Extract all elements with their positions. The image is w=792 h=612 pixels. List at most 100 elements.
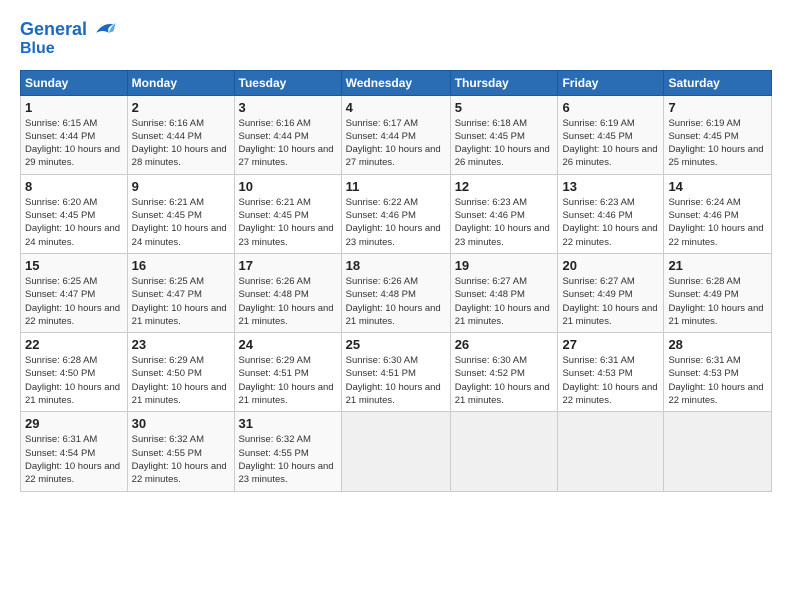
week-row-3: 15 Sunrise: 6:25 AMSunset: 4:47 PMDayligh…	[21, 253, 772, 332]
calendar-cell: 21 Sunrise: 6:28 AMSunset: 4:49 PMDayligh…	[664, 253, 772, 332]
day-info: Sunrise: 6:22 AMSunset: 4:46 PMDaylight:…	[346, 196, 446, 249]
day-info: Sunrise: 6:29 AMSunset: 4:50 PMDaylight:…	[132, 354, 230, 407]
day-info: Sunrise: 6:30 AMSunset: 4:51 PMDaylight:…	[346, 354, 446, 407]
calendar-cell: 15 Sunrise: 6:25 AMSunset: 4:47 PMDayligh…	[21, 253, 128, 332]
day-info: Sunrise: 6:32 AMSunset: 4:55 PMDaylight:…	[132, 433, 230, 486]
day-number: 22	[25, 337, 123, 352]
day-number: 27	[562, 337, 659, 352]
day-info: Sunrise: 6:31 AMSunset: 4:53 PMDaylight:…	[562, 354, 659, 407]
calendar-cell: 28 Sunrise: 6:31 AMSunset: 4:53 PMDayligh…	[664, 333, 772, 412]
calendar-cell: 8 Sunrise: 6:20 AMSunset: 4:45 PMDaylight…	[21, 174, 128, 253]
day-number: 31	[239, 416, 337, 431]
day-number: 13	[562, 179, 659, 194]
day-number: 12	[455, 179, 554, 194]
day-number: 30	[132, 416, 230, 431]
day-info: Sunrise: 6:32 AMSunset: 4:55 PMDaylight:…	[239, 433, 337, 486]
day-number: 3	[239, 100, 337, 115]
day-info: Sunrise: 6:19 AMSunset: 4:45 PMDaylight:…	[668, 117, 767, 170]
calendar: SundayMondayTuesdayWednesdayThursdayFrid…	[20, 70, 772, 492]
day-number: 1	[25, 100, 123, 115]
day-info: Sunrise: 6:28 AMSunset: 4:50 PMDaylight:…	[25, 354, 123, 407]
calendar-cell: 25 Sunrise: 6:30 AMSunset: 4:51 PMDayligh…	[341, 333, 450, 412]
day-number: 20	[562, 258, 659, 273]
day-info: Sunrise: 6:29 AMSunset: 4:51 PMDaylight:…	[239, 354, 337, 407]
calendar-cell: 1 Sunrise: 6:15 AMSunset: 4:44 PMDaylight…	[21, 95, 128, 174]
header-day-thursday: Thursday	[450, 70, 558, 95]
calendar-cell	[664, 412, 772, 491]
day-info: Sunrise: 6:24 AMSunset: 4:46 PMDaylight:…	[668, 196, 767, 249]
day-info: Sunrise: 6:16 AMSunset: 4:44 PMDaylight:…	[239, 117, 337, 170]
calendar-cell: 3 Sunrise: 6:16 AMSunset: 4:44 PMDaylight…	[234, 95, 341, 174]
day-number: 21	[668, 258, 767, 273]
logo-bird-icon	[89, 16, 117, 44]
day-number: 4	[346, 100, 446, 115]
calendar-cell: 23Sunrise: 6:29 AMSunset: 4:50 PMDayligh…	[127, 333, 234, 412]
day-number: 15	[25, 258, 123, 273]
day-info: Sunrise: 6:31 AMSunset: 4:53 PMDaylight:…	[668, 354, 767, 407]
header-day-wednesday: Wednesday	[341, 70, 450, 95]
day-info: Sunrise: 6:19 AMSunset: 4:45 PMDaylight:…	[562, 117, 659, 170]
day-info: Sunrise: 6:23 AMSunset: 4:46 PMDaylight:…	[455, 196, 554, 249]
calendar-cell: 17 Sunrise: 6:26 AMSunset: 4:48 PMDayligh…	[234, 253, 341, 332]
day-number: 11	[346, 179, 446, 194]
header-day-monday: Monday	[127, 70, 234, 95]
day-info: Sunrise: 6:25 AMSunset: 4:47 PMDaylight:…	[132, 275, 230, 328]
day-info: Sunrise: 6:20 AMSunset: 4:45 PMDaylight:…	[25, 196, 123, 249]
day-number: 7	[668, 100, 767, 115]
calendar-cell: 27 Sunrise: 6:31 AMSunset: 4:53 PMDayligh…	[558, 333, 664, 412]
day-info: Sunrise: 6:21 AMSunset: 4:45 PMDaylight:…	[132, 196, 230, 249]
calendar-cell: 29 Sunrise: 6:31 AMSunset: 4:54 PMDayligh…	[21, 412, 128, 491]
week-row-1: 1 Sunrise: 6:15 AMSunset: 4:44 PMDaylight…	[21, 95, 772, 174]
calendar-header: SundayMondayTuesdayWednesdayThursdayFrid…	[21, 70, 772, 95]
week-row-5: 29 Sunrise: 6:31 AMSunset: 4:54 PMDayligh…	[21, 412, 772, 491]
day-number: 17	[239, 258, 337, 273]
day-info: Sunrise: 6:28 AMSunset: 4:49 PMDaylight:…	[668, 275, 767, 328]
calendar-cell: 24Sunrise: 6:29 AMSunset: 4:51 PMDayligh…	[234, 333, 341, 412]
day-number: 18	[346, 258, 446, 273]
week-row-4: 22 Sunrise: 6:28 AMSunset: 4:50 PMDayligh…	[21, 333, 772, 412]
day-number: 29	[25, 416, 123, 431]
day-number: 25	[346, 337, 446, 352]
day-info: Sunrise: 6:31 AMSunset: 4:54 PMDaylight:…	[25, 433, 123, 486]
calendar-cell: 30 Sunrise: 6:32 AMSunset: 4:55 PMDayligh…	[127, 412, 234, 491]
day-number: 8	[25, 179, 123, 194]
day-info: Sunrise: 6:25 AMSunset: 4:47 PMDaylight:…	[25, 275, 123, 328]
header-day-tuesday: Tuesday	[234, 70, 341, 95]
calendar-body: 1 Sunrise: 6:15 AMSunset: 4:44 PMDaylight…	[21, 95, 772, 491]
day-number: 16	[132, 258, 230, 273]
day-info: Sunrise: 6:21 AMSunset: 4:45 PMDaylight:…	[239, 196, 337, 249]
day-info: Sunrise: 6:26 AMSunset: 4:48 PMDaylight:…	[346, 275, 446, 328]
header-day-saturday: Saturday	[664, 70, 772, 95]
calendar-cell: 22 Sunrise: 6:28 AMSunset: 4:50 PMDayligh…	[21, 333, 128, 412]
page: General Blue SundayMondayTuesdayWednesda…	[0, 0, 792, 502]
day-info: Sunrise: 6:27 AMSunset: 4:48 PMDaylight:…	[455, 275, 554, 328]
calendar-cell: 26Sunrise: 6:30 AMSunset: 4:52 PMDayligh…	[450, 333, 558, 412]
day-info: Sunrise: 6:26 AMSunset: 4:48 PMDaylight:…	[239, 275, 337, 328]
day-info: Sunrise: 6:30 AMSunset: 4:52 PMDaylight:…	[455, 354, 554, 407]
calendar-cell: 12 Sunrise: 6:23 AMSunset: 4:46 PMDayligh…	[450, 174, 558, 253]
calendar-cell: 4Sunrise: 6:17 AMSunset: 4:44 PMDaylight…	[341, 95, 450, 174]
calendar-cell: 18 Sunrise: 6:26 AMSunset: 4:48 PMDayligh…	[341, 253, 450, 332]
header-day-friday: Friday	[558, 70, 664, 95]
day-info: Sunrise: 6:15 AMSunset: 4:44 PMDaylight:…	[25, 117, 123, 170]
calendar-cell: 13Sunrise: 6:23 AMSunset: 4:46 PMDayligh…	[558, 174, 664, 253]
calendar-cell	[341, 412, 450, 491]
header: General Blue	[20, 16, 772, 58]
day-number: 9	[132, 179, 230, 194]
calendar-cell: 31 Sunrise: 6:32 AMSunset: 4:55 PMDayligh…	[234, 412, 341, 491]
logo: General Blue	[20, 16, 117, 58]
calendar-cell	[558, 412, 664, 491]
day-number: 6	[562, 100, 659, 115]
calendar-cell: 6 Sunrise: 6:19 AMSunset: 4:45 PMDaylight…	[558, 95, 664, 174]
day-number: 19	[455, 258, 554, 273]
day-info: Sunrise: 6:16 AMSunset: 4:44 PMDaylight:…	[132, 117, 230, 170]
calendar-cell: 11 Sunrise: 6:22 AMSunset: 4:46 PMDayligh…	[341, 174, 450, 253]
week-row-2: 8 Sunrise: 6:20 AMSunset: 4:45 PMDaylight…	[21, 174, 772, 253]
header-row: SundayMondayTuesdayWednesdayThursdayFrid…	[21, 70, 772, 95]
calendar-cell	[450, 412, 558, 491]
calendar-cell: 14Sunrise: 6:24 AMSunset: 4:46 PMDayligh…	[664, 174, 772, 253]
calendar-cell: 10Sunrise: 6:21 AMSunset: 4:45 PMDayligh…	[234, 174, 341, 253]
day-number: 28	[668, 337, 767, 352]
calendar-cell: 5Sunrise: 6:18 AMSunset: 4:45 PMDaylight…	[450, 95, 558, 174]
day-number: 5	[455, 100, 554, 115]
